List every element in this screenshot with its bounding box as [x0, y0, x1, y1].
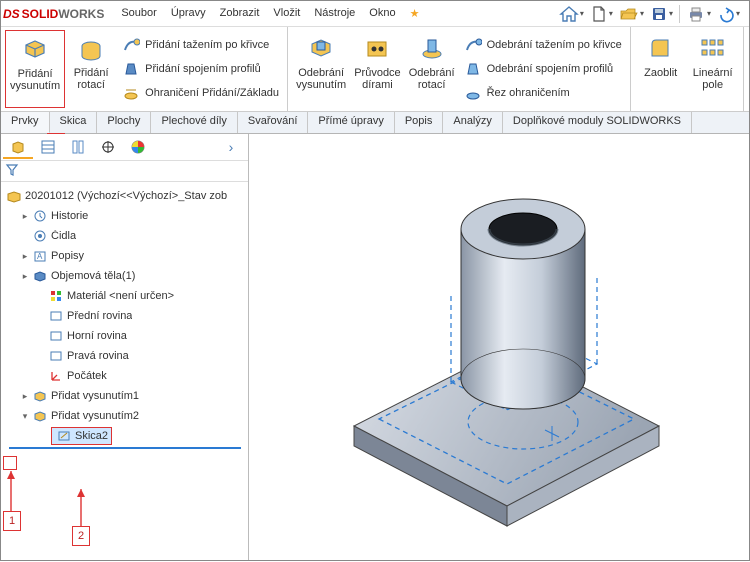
linear-pattern[interactable]: Lineární pole — [687, 30, 739, 108]
fillet[interactable]: Zaoblit — [635, 30, 687, 108]
feature-boundary-cut[interactable]: Řez ohraničením — [459, 81, 626, 105]
tree-prava-rovina[interactable]: Pravá rovina — [3, 346, 248, 366]
open-icon[interactable]: ▾ — [616, 3, 647, 25]
undo-icon[interactable]: ▾ — [714, 3, 743, 25]
feature-loft-boss[interactable]: Přidání spojením profilů — [117, 57, 283, 81]
tab-plochy[interactable]: Plochy — [97, 112, 151, 133]
panel-tab-dimxpert[interactable] — [93, 135, 123, 159]
tab-prime[interactable]: Přímé úpravy — [308, 112, 394, 133]
panel-tab-more[interactable]: › — [216, 135, 246, 159]
menu-zobrazit[interactable]: Zobrazit — [213, 3, 267, 24]
tab-skica[interactable]: Skica — [50, 112, 98, 133]
feature-extrude-cut[interactable]: Odebrání vysunutím — [292, 30, 350, 108]
print-icon[interactable]: ▾ — [683, 3, 714, 25]
tree-vysun1[interactable]: ▸Přidat vysunutím1 — [3, 386, 248, 406]
feature-boundary-boss[interactable]: Ohraničení Přidání/Základu — [117, 81, 283, 105]
tab-analyzy[interactable]: Analýzy — [443, 112, 503, 133]
hole-wizard[interactable]: Průvodce dírami — [350, 30, 404, 108]
tree-popisy[interactable]: ▸APopisy — [3, 246, 248, 266]
tree-horni-rovina[interactable]: Horní rovina — [3, 326, 248, 346]
tree-skica2[interactable]: Skica2 — [3, 426, 248, 446]
tree-historie[interactable]: ▸Historie — [3, 206, 248, 226]
menu-nastroje[interactable]: Nástroje — [307, 3, 362, 24]
panel-tab-display[interactable] — [123, 135, 153, 159]
graphics-viewport[interactable] — [249, 134, 749, 560]
tree-material[interactable]: Materiál <není určen> — [3, 286, 248, 306]
tab-doplnky[interactable]: Doplňkové moduly SOLIDWORKS — [503, 112, 692, 133]
tree-tela[interactable]: ▸Objemová těla(1) — [3, 266, 248, 286]
tree-root[interactable]: 20201012 (Výchozí<<Výchozí>_Stav zob — [3, 186, 248, 206]
tab-svarovani[interactable]: Svařování — [238, 112, 309, 133]
new-icon[interactable]: ▾ — [587, 3, 616, 25]
feature-revolve-boss[interactable]: Přidání rotací — [65, 30, 117, 108]
tree-pocatek[interactable]: Počátek — [3, 366, 248, 386]
panel-tab-property[interactable] — [33, 135, 63, 159]
feature-loft-cut[interactable]: Odebrání spojením profilů — [459, 57, 626, 81]
tab-popis[interactable]: Popis — [395, 112, 444, 133]
callout-expand-arrow — [3, 456, 17, 470]
callout-1: 1 — [3, 511, 21, 531]
menu-star[interactable]: ★ — [403, 3, 427, 24]
tree-vysun2[interactable]: ▾Přidat vysunutím2 — [3, 406, 248, 426]
callout-2: 2 — [72, 526, 90, 546]
filter-icon[interactable] — [5, 168, 19, 180]
menu-vlozit[interactable]: Vložit — [266, 3, 307, 24]
menu-soubor[interactable]: Soubor — [114, 3, 163, 24]
app-logo: DS SOLIDWORKS — [3, 7, 104, 21]
tree-predni-rovina[interactable]: Přední rovina — [3, 306, 248, 326]
tree-cidla[interactable]: Čidla — [3, 226, 248, 246]
menu-okno[interactable]: Okno — [362, 3, 402, 24]
panel-tab-feature-tree[interactable] — [3, 135, 33, 159]
tree-rollback-bar[interactable] — [9, 447, 241, 449]
tab-plechove[interactable]: Plechové díly — [151, 112, 237, 133]
feature-sweep-boss[interactable]: Přidání tažením po křivce — [117, 33, 283, 57]
save-icon[interactable]: ▾ — [647, 3, 676, 25]
feature-extrude-boss[interactable]: Přidání vysunutím — [5, 30, 65, 108]
tab-prvky[interactable]: Prvky — [1, 112, 50, 133]
feature-revolve-cut[interactable]: Odebrání rotací — [405, 30, 459, 108]
panel-tab-config[interactable] — [63, 135, 93, 159]
svg-text:A: A — [37, 252, 43, 261]
feature-sweep-cut[interactable]: Odebrání tažením po křivce — [459, 33, 626, 57]
home-icon[interactable]: ▾ — [556, 3, 587, 25]
menu-upravy[interactable]: Úpravy — [164, 3, 213, 24]
